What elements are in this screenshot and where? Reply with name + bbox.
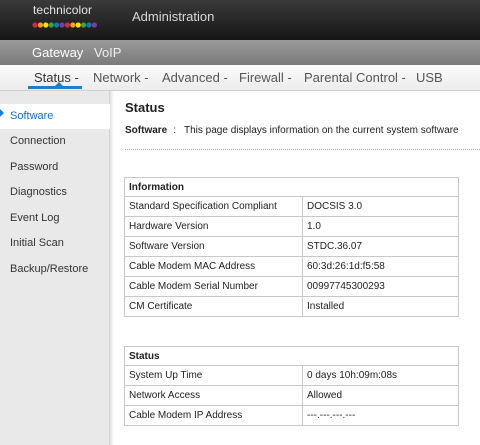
sidebar-item-password[interactable]: Password [0, 155, 110, 180]
page-title: Status [125, 100, 165, 115]
subnav-bar: Gateway VoIP [0, 40, 480, 65]
logo-dot [48, 22, 54, 28]
nav-usb[interactable]: USB [416, 70, 443, 85]
table-row: Standard Specification Compliant DOCSIS 3… [124, 196, 459, 217]
table-row: Network Access Allowed [124, 385, 459, 406]
table-row: System Up Time 0 days 10h:09m:08s [124, 365, 459, 386]
logo-dots-icon [32, 22, 97, 28]
top-header: technicolor Administration [0, 0, 480, 40]
logo-dot [37, 22, 43, 28]
logo-dot [70, 22, 76, 28]
nav-parental-control[interactable]: Parental Control - [304, 70, 406, 85]
logo-dot [43, 22, 49, 28]
table-row: Cable Modem MAC Address 60:3d:26:1d:f5:58 [124, 256, 459, 277]
row-label: Cable Modem IP Address [124, 405, 303, 426]
active-tab-underline [28, 86, 82, 89]
information-table-header: Information [124, 177, 459, 197]
sidebar: Software Connection Password Diagnostics… [0, 91, 110, 445]
row-value: Installed [302, 296, 459, 317]
sidebar-item-event-log[interactable]: Event Log [0, 206, 110, 231]
nav-network[interactable]: Network - [93, 70, 149, 85]
table-row: Cable Modem Serial Number 00997745300293 [124, 276, 459, 297]
table-row: Cable Modem IP Address ---.---.---.--- [124, 405, 459, 426]
table-row: CM Certificate Installed [124, 296, 459, 317]
row-value: STDC.36.07 [302, 236, 459, 257]
description-label: Software [125, 125, 168, 136]
content-divider [125, 149, 480, 150]
sidebar-shadow [110, 91, 114, 445]
row-label: Standard Specification Compliant [124, 196, 303, 217]
logo-dot [91, 22, 97, 28]
table-row: Hardware Version 1.0 [124, 216, 459, 237]
row-value: 0 days 10h:09m:08s [302, 365, 459, 386]
logo-text: technicolor [33, 3, 93, 17]
nav-firewall[interactable]: Firewall - [239, 70, 292, 85]
logo-dot [64, 22, 70, 28]
nav-advanced[interactable]: Advanced - [162, 70, 228, 85]
logo-dot [75, 22, 81, 28]
status-table: Status System Up Time 0 days 10h:09m:08s … [124, 346, 459, 426]
logo-dot [59, 22, 65, 28]
row-value: Allowed [302, 385, 459, 406]
row-label: Cable Modem Serial Number [124, 276, 303, 297]
logo-dot [86, 22, 92, 28]
row-value: 00997745300293 [302, 276, 459, 297]
row-value: DOCSIS 3.0 [302, 196, 459, 217]
row-label: Cable Modem MAC Address [124, 256, 303, 277]
row-value: 1.0 [302, 216, 459, 237]
page-description: Software: This page displays information … [125, 125, 459, 136]
description-separator: : [173, 125, 177, 136]
information-table: Information Standard Specification Compl… [124, 177, 459, 317]
row-label: Software Version [124, 236, 303, 257]
logo-dot [81, 22, 87, 28]
row-label: Hardware Version [124, 216, 303, 237]
sidebar-item-initial-scan[interactable]: Initial Scan [0, 231, 110, 256]
sidebar-active-arrow-icon [0, 109, 4, 117]
technicolor-logo[interactable]: technicolor [32, 3, 98, 33]
row-label: Network Access [124, 385, 303, 406]
description-text: This page displays information on the cu… [184, 125, 459, 136]
sidebar-item-diagnostics[interactable]: Diagnostics [0, 180, 110, 205]
row-label: System Up Time [124, 365, 303, 386]
row-value: 60:3d:26:1d:f5:58 [302, 256, 459, 277]
app-title: Administration [132, 9, 215, 24]
status-table-header: Status [124, 346, 459, 366]
table-row: Software Version STDC.36.07 [124, 236, 459, 257]
subnav-gateway[interactable]: Gateway [32, 45, 83, 60]
active-tab-caret-icon [55, 82, 63, 86]
row-label: CM Certificate [124, 296, 303, 317]
subnav-voip[interactable]: VoIP [94, 45, 121, 60]
row-value: ---.---.---.--- [302, 405, 459, 426]
sidebar-item-backup-restore[interactable]: Backup/Restore [0, 257, 110, 282]
sidebar-item-software[interactable]: Software [0, 104, 110, 129]
logo-dot [32, 22, 38, 28]
logo-dot [54, 22, 60, 28]
sidebar-item-connection[interactable]: Connection [0, 129, 110, 154]
